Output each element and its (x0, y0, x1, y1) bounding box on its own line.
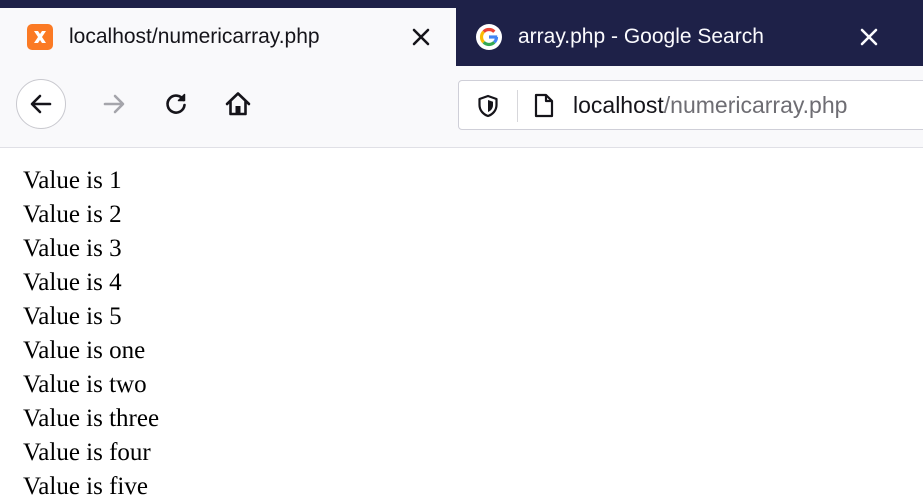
output-line: Value is one (23, 337, 146, 364)
address-bar[interactable]: localhost/numericarray.php (458, 80, 923, 130)
url-separator (517, 90, 518, 122)
output-line: Value is 5 (23, 303, 122, 330)
shield-icon[interactable] (477, 94, 499, 118)
arrow-left-icon (30, 94, 52, 114)
page-content: Value is 1 Value is 2 Value is 3 Value i… (23, 164, 159, 499)
close-icon (860, 28, 878, 46)
arrow-right-icon (103, 94, 125, 114)
back-button[interactable] (16, 79, 66, 129)
reload-icon (166, 93, 186, 114)
close-icon (412, 28, 430, 46)
output-line: Value is 2 (23, 201, 122, 228)
google-icon (476, 24, 502, 50)
url-host: localhost (573, 92, 664, 118)
reload-button[interactable] (158, 86, 194, 122)
home-icon (225, 92, 251, 116)
tab-title: localhost/numericarray.php (69, 25, 320, 48)
tab-google-search[interactable]: array.php - Google Search (456, 8, 919, 66)
output-line: Value is three (23, 405, 160, 432)
output-line: Value is 3 (23, 235, 122, 262)
home-button[interactable] (220, 86, 256, 122)
close-tab-button[interactable] (854, 22, 884, 52)
tab-title: array.php - Google Search (518, 25, 764, 48)
output-line: Value is 4 (23, 269, 122, 296)
output-line: Value is 1 (23, 167, 122, 194)
url-text[interactable]: localhost/numericarray.php (573, 90, 847, 120)
forward-button[interactable] (96, 86, 132, 122)
tab-numericarray[interactable]: localhost/numericarray.php (0, 8, 456, 66)
close-tab-button[interactable] (406, 22, 436, 52)
xampp-icon (27, 24, 53, 50)
page-icon[interactable] (534, 93, 554, 118)
browser-window: localhost/numericarray.php array.php - G… (0, 0, 923, 499)
tab-strip: localhost/numericarray.php array.php - G… (0, 0, 923, 66)
output-line: Value is five (23, 473, 148, 499)
url-path: /numericarray.php (663, 92, 848, 118)
navigation-toolbar: localhost/numericarray.php (0, 66, 923, 148)
output-line: Value is two (23, 371, 147, 398)
output-line: Value is four (23, 439, 151, 466)
